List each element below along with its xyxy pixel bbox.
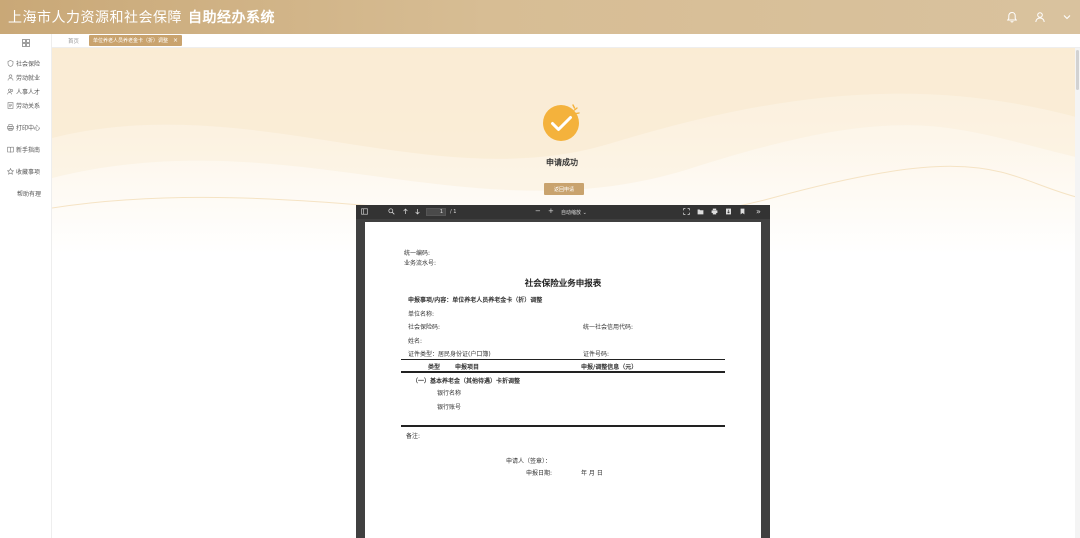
tab-label: 单位养老人员养老金卡（折）调整 <box>93 38 169 44</box>
chevron-down-icon[interactable] <box>1062 12 1072 22</box>
sidebar-item-talent[interactable]: 人事人才 <box>0 84 51 98</box>
id-type-label: 证件类型：居民身份证(户口簿) <box>408 351 491 358</box>
sidebar-item-label: 新手指南 <box>16 146 41 154</box>
page-total: / 1 <box>450 209 457 215</box>
tab-home[interactable]: 首页 <box>52 37 89 45</box>
fullscreen-icon[interactable] <box>683 208 690 215</box>
id-number-label: 证件号码: <box>583 351 610 358</box>
pdf-page: 统一编码: 业务流水号: 社会保险业务申报表 申报事项/内容：单位养老人员养老金… <box>365 222 761 538</box>
tab-active[interactable]: 单位养老人员养老金卡（折）调整 × <box>89 35 183 46</box>
serial-number-label: 业务流水号: <box>404 260 437 267</box>
menu-grid-icon[interactable] <box>0 36 51 50</box>
sidebar-item-favorites[interactable]: 收藏事项 <box>0 164 51 178</box>
declaration-date-value: 年 月 日 <box>581 470 603 477</box>
user-icon[interactable] <box>1034 11 1046 23</box>
unified-code-label: 统一编码: <box>404 250 431 257</box>
sidebar-item-label: 劳动就业 <box>16 74 41 82</box>
sidebar-item-label: 社会保险 <box>16 60 41 68</box>
success-message: 申请成功 <box>546 158 578 167</box>
bank-account-label: 银行账号 <box>437 404 462 411</box>
applicant-signature-label: 申请人（签章）： <box>506 458 552 465</box>
search-icon[interactable] <box>388 208 395 215</box>
table-bottom-rule <box>401 425 725 427</box>
sidebar-item-label: 打印中心 <box>16 124 41 132</box>
arrow-up-icon[interactable] <box>402 208 409 215</box>
book-icon <box>7 146 14 153</box>
declaration-date-label: 申报日期: <box>526 470 553 477</box>
success-check-icon <box>543 104 580 141</box>
sidebar-toggle-icon[interactable] <box>361 208 368 215</box>
chevron-down-icon: ⌄ <box>582 210 587 216</box>
sidebar-item-employment[interactable]: 劳动就业 <box>0 70 51 84</box>
document-icon <box>7 101 14 109</box>
unit-name-label: 单位名称: <box>408 311 435 318</box>
main-content: 申请成功 返回申请 1 / 1 − + 自动缩放 ⌄ » 统一编码: 业务流水号… <box>52 48 1080 538</box>
declaration-matter: 申报事项/内容：单位养老人员养老金卡（折）调整 <box>408 297 543 304</box>
scrollbar-thumb[interactable] <box>1076 50 1079 90</box>
close-icon[interactable]: × <box>173 37 178 44</box>
bookmark-icon[interactable] <box>739 208 746 215</box>
credit-code-label: 统一社会信用代码: <box>583 324 634 331</box>
social-insurance-code-label: 社会保险码: <box>408 324 441 331</box>
remarks-label: 备注: <box>406 433 421 440</box>
star-icon <box>7 167 14 175</box>
app-title-system: 自助经办系统 <box>188 10 275 26</box>
page-number-input[interactable]: 1 <box>426 208 446 216</box>
sidebar-item-guide[interactable]: 新手指南 <box>0 142 51 156</box>
zoom-level: 自动缩放 <box>561 210 582 216</box>
app-title-main: 上海市人力资源和社会保障 <box>8 10 182 26</box>
sidebar-item-social-insurance[interactable]: 社会保险 <box>0 56 51 70</box>
people-icon <box>7 88 14 94</box>
sidebar-item-help[interactable]: 帮助有理 <box>0 186 51 200</box>
printer-icon <box>7 123 14 131</box>
document-title: 社会保险业务申报表 <box>524 279 602 289</box>
pdf-toolbar: 1 / 1 − + 自动缩放 ⌄ » <box>356 205 770 219</box>
scrollbar[interactable] <box>1075 48 1080 538</box>
sidebar: 社会保险 劳动就业 人事人才 劳动关系 打印中心 新手指南 收藏事项 帮助有理 <box>0 34 52 538</box>
section-heading: （一）基本养老金（其他待遇）卡折调整 <box>412 378 521 385</box>
sidebar-item-label: 劳动关系 <box>16 102 41 110</box>
download-icon[interactable] <box>725 208 732 215</box>
column-info: 申报/调整信息（元） <box>581 364 638 371</box>
sidebar-item-print-center[interactable]: 打印中心 <box>0 120 51 134</box>
top-header: 上海市人力资源和社会保障 自助经办系统 <box>0 0 1080 34</box>
sidebar-item-label: 收藏事项 <box>16 168 41 176</box>
return-button[interactable]: 返回申请 <box>544 183 584 195</box>
zoom-in-button[interactable]: + <box>548 207 554 215</box>
tab-bar: 首页 单位养老人员养老金卡（折）调整 × <box>52 34 1080 48</box>
table-top-rule <box>401 359 725 360</box>
app-title: 上海市人力资源和社会保障 自助经办系统 <box>0 7 275 27</box>
person-icon <box>7 74 14 81</box>
arrow-down-icon[interactable] <box>414 208 421 215</box>
bank-name-label: 银行名称 <box>437 390 462 397</box>
zoom-select[interactable]: 自动缩放 ⌄ <box>561 209 587 216</box>
sidebar-item-label: 帮助有理 <box>17 190 42 198</box>
sidebar-item-label: 人事人才 <box>16 88 41 96</box>
column-type: 类型 <box>428 364 441 371</box>
more-tools-icon[interactable]: » <box>756 207 761 216</box>
name-label: 姓名: <box>408 338 423 345</box>
zoom-out-button[interactable]: − <box>535 207 541 215</box>
table-header-rule <box>401 371 725 373</box>
shield-icon <box>7 59 14 67</box>
header-actions <box>1006 0 1072 34</box>
bell-icon[interactable] <box>1006 11 1018 23</box>
column-item: 申报项目 <box>455 364 480 371</box>
open-file-icon[interactable] <box>697 208 704 215</box>
sidebar-item-labor-relations[interactable]: 劳动关系 <box>0 98 51 112</box>
pdf-viewer: 1 / 1 − + 自动缩放 ⌄ » 统一编码: 业务流水号: 社会保险业务申报… <box>356 205 770 538</box>
print-icon[interactable] <box>711 208 718 215</box>
